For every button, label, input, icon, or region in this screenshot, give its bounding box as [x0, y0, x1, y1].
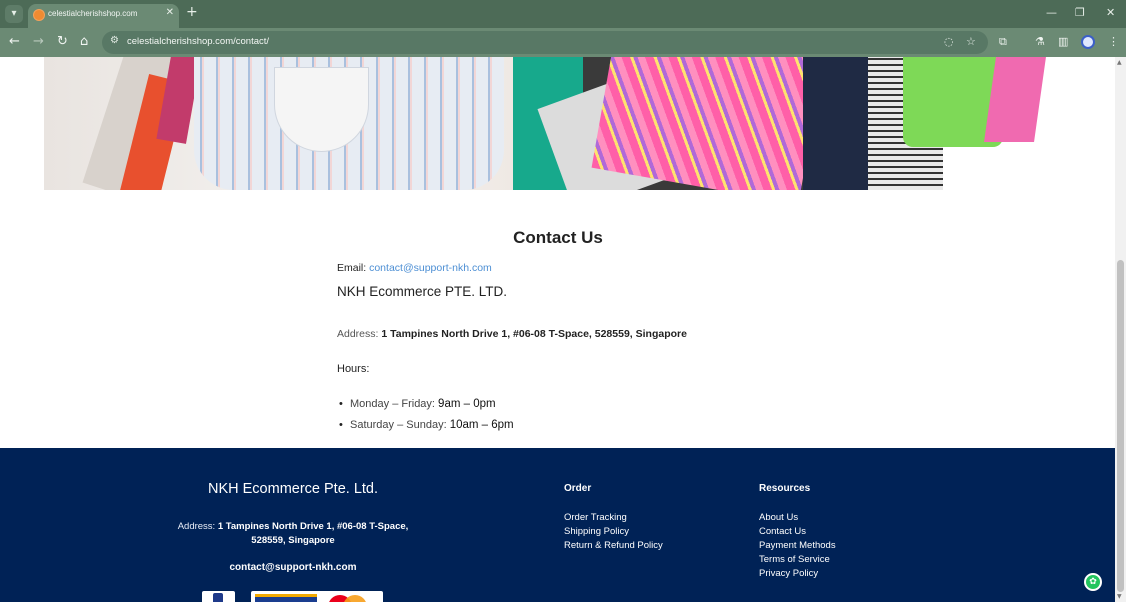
browser-tab[interactable]: celestialcherishshop.com ✕ [28, 4, 179, 28]
footer-company-name: NKH Ecommerce Pte. Ltd. [207, 481, 379, 497]
footer-link-terms[interactable]: Terms of Service [759, 554, 836, 568]
site-info-icon[interactable]: ⚙ [110, 35, 119, 46]
profile-avatar[interactable] [1081, 35, 1095, 49]
tab-close-icon[interactable]: ✕ [166, 7, 174, 18]
forward-button[interactable]: → [33, 34, 44, 50]
hours-days: Monday – Friday: [350, 398, 439, 410]
footer-order-title: Order [564, 483, 592, 494]
footer-link-privacy[interactable]: Privacy Policy [759, 568, 836, 582]
footer-order-links: Order Tracking Shipping Policy Return & … [564, 512, 663, 554]
tab-search-icon[interactable]: ▾ [5, 5, 23, 23]
footer-resources-title: Resources [759, 483, 811, 494]
footer-resources-links: About Us Contact Us Payment Methods Term… [759, 512, 836, 582]
page-viewport: Contact Us Email: contact@support-nkh.co… [0, 57, 1115, 602]
chat-widget-icon[interactable]: ✿ [1084, 573, 1102, 591]
email-row: Email: contact@support-nkh.com [337, 262, 492, 274]
favicon-icon [33, 9, 45, 21]
address-bar[interactable]: ⚙ celestialcherishshop.com/contact/ ◌ ☆ [102, 31, 988, 54]
footer-address-value: 1 Tampines North Drive 1, #06-08 T-Space… [217, 521, 409, 546]
card-logos-icon [251, 591, 383, 602]
url-text[interactable]: celestialcherishshop.com/contact/ [127, 36, 269, 47]
address-value: 1 Tampines North Drive 1, #06-08 T-Space… [381, 328, 687, 340]
footer-link-shipping-policy[interactable]: Shipping Policy [564, 526, 663, 540]
footer-link-return-refund[interactable]: Return & Refund Policy [564, 540, 663, 554]
hero-pink-bag-image [984, 57, 1046, 142]
list-item: Monday – Friday: 9am – 0pm [337, 398, 514, 419]
scrollbar-thumb[interactable] [1117, 260, 1124, 592]
footer-link-order-tracking[interactable]: Order Tracking [564, 512, 663, 526]
labs-icon[interactable]: ⚗ [1035, 35, 1045, 48]
hours-heading: Hours: [337, 363, 370, 375]
back-button[interactable]: ← [9, 34, 20, 50]
footer-link-payment-methods[interactable]: Payment Methods [759, 540, 836, 554]
minimize-button[interactable]: — [1046, 6, 1057, 19]
list-item: Saturday – Sunday: 10am – 6pm [337, 419, 514, 440]
scroll-up-icon[interactable]: ▲ [1117, 59, 1122, 66]
close-window-button[interactable]: ✕ [1106, 6, 1115, 19]
footer-address-label: Address: [177, 521, 218, 532]
hours-time: 9am – 0pm [438, 398, 496, 410]
extensions-icon[interactable]: ⧉ [999, 35, 1007, 49]
address-row: Address: 1 Tampines North Drive 1, #06-0… [337, 328, 687, 340]
hero-banner-image [44, 57, 943, 190]
email-link[interactable]: contact@support-nkh.com [369, 262, 492, 274]
footer-link-contact-us[interactable]: Contact Us [759, 526, 836, 540]
page-scrollbar[interactable]: ▲ ▼ [1115, 57, 1126, 602]
page-title: Contact Us [513, 228, 603, 247]
hero-image-right [513, 57, 943, 190]
browser-toolbar: ← → ↻ ⌂ ⚙ celestialcherishshop.com/conta… [0, 28, 1126, 57]
tab-title: celestialcherishshop.com [48, 9, 138, 18]
bookmark-star-icon[interactable]: ☆ [966, 35, 976, 48]
browser-menu-icon[interactable]: ⋮ [1108, 35, 1119, 48]
company-name: NKH Ecommerce PTE. LTD. [337, 284, 508, 299]
paypal-logo-icon [202, 591, 235, 602]
eye-off-icon[interactable]: ◌ [944, 35, 954, 48]
scroll-down-icon[interactable]: ▼ [1117, 593, 1122, 600]
address-label: Address: [337, 328, 382, 340]
hours-list: Monday – Friday: 9am – 0pm Saturday – Su… [337, 398, 514, 440]
side-panel-icon[interactable]: ▥ [1058, 35, 1068, 48]
new-tab-button[interactable]: + [186, 4, 198, 20]
restore-button[interactable]: ❐ [1075, 6, 1085, 19]
hours-time: 10am – 6pm [449, 419, 514, 431]
hours-days: Saturday – Sunday: [350, 419, 450, 431]
footer-link-about-us[interactable]: About Us [759, 512, 836, 526]
footer-address: Address: 1 Tampines North Drive 1, #06-0… [168, 520, 418, 548]
reload-button[interactable]: ↻ [57, 34, 68, 50]
tab-strip: ▾ celestialcherishshop.com ✕ + — ❐ ✕ [0, 0, 1126, 28]
footer-email[interactable]: contact@support-nkh.com [168, 562, 418, 573]
hero-image-left [44, 57, 513, 190]
home-button[interactable]: ⌂ [80, 34, 88, 50]
site-footer: NKH Ecommerce Pte. Ltd. Address: 1 Tampi… [0, 448, 1115, 602]
email-label: Email: [337, 262, 370, 274]
